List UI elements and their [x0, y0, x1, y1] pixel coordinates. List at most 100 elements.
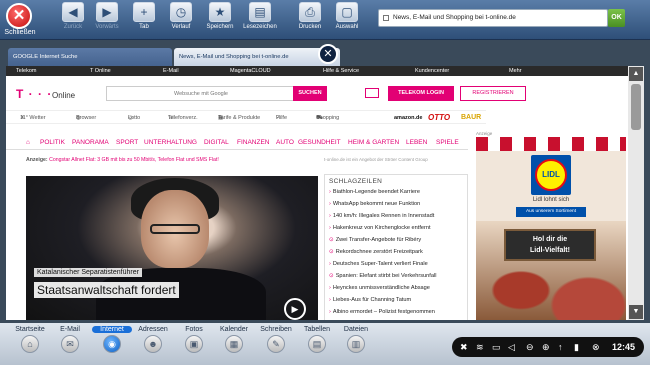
web-search — [106, 86, 295, 101]
cat-spiele[interactable]: SPIELE — [436, 136, 459, 150]
headline-item[interactable]: › Liebes-Aus für Channing Tatum — [329, 297, 467, 303]
wifi-icon[interactable]: ≋ — [476, 340, 484, 354]
promo-ad[interactable]: Anzeige: Congstar Allnet Flat: 3 GB mit … — [26, 157, 219, 163]
dock-kalender[interactable]: Kalender ▦ — [214, 326, 254, 353]
baur-link[interactable]: BAUR — [461, 111, 481, 125]
history-button[interactable]: ◷ Verlauf — [164, 2, 198, 30]
scroll-down-icon[interactable]: ▼ — [629, 305, 643, 319]
address-bar[interactable]: News, E-Mail und Shopping bei t-online.d… — [378, 9, 608, 27]
headlines-title: SCHLAGZEILEN — [329, 178, 383, 185]
home-icon[interactable]: ⌂ — [26, 136, 30, 150]
page-icon — [383, 15, 389, 21]
topnav-kundencenter[interactable]: Kundencenter — [415, 66, 449, 76]
dock-internet[interactable]: Internet ◉ — [92, 326, 132, 353]
headline-item[interactable]: ⊙ Zwei Transfer-Angebote für Ribéry — [329, 237, 467, 243]
mute-icon[interactable]: ◁ — [508, 340, 515, 354]
forward-button[interactable]: ▶ Vorwärts — [90, 2, 124, 30]
dock-label: Startseite — [15, 326, 45, 333]
close-icon[interactable]: ⊗ — [592, 340, 600, 354]
cat-panorama[interactable]: PANORAMA — [72, 136, 109, 150]
cat-gesundheit[interactable]: GESUNDHEIT — [298, 136, 341, 150]
site-topnav: Telekom T Online E-Mail MagentaCLOUD Hil… — [6, 66, 628, 76]
go-button[interactable]: OK — [608, 9, 625, 27]
topnav-mehr[interactable]: Mehr — [509, 66, 522, 76]
selection-button[interactable]: ▢ Auswahl — [330, 2, 364, 30]
ad-subtitle: Aus unserem Sortiment — [516, 207, 586, 217]
close-button[interactable]: ✕ — [6, 3, 32, 29]
dock-adressen[interactable]: Adressen ☻ — [133, 326, 173, 353]
dock-startseite[interactable]: Startseite ⌂ — [10, 326, 50, 353]
headline-item[interactable]: › 140 km/h: Illegales Rennen in Innenstad… — [329, 213, 467, 219]
plus-icon[interactable]: ⊕ — [542, 340, 550, 354]
cat-sport[interactable]: SPORT — [116, 136, 138, 150]
headline-item[interactable]: › Albino ermordet – Polizist festgenommen — [329, 309, 467, 315]
play-icon[interactable]: ▶ — [284, 298, 306, 320]
save-label: Speichern — [206, 24, 234, 30]
hero-article[interactable]: Katalanischer Separatistenführer Staatsa… — [26, 176, 318, 320]
headline-item[interactable]: ⊙ Rekordschnee zerstört Freizeitpark — [329, 249, 467, 255]
dock-tabellen[interactable]: Tabellen ▤ — [297, 326, 337, 353]
topnav-telekom[interactable]: Telekom — [16, 66, 36, 76]
close-label: Schließen — [4, 29, 36, 36]
home-icon: ⌂ — [21, 335, 39, 353]
trash-icon[interactable]: ▮ — [574, 340, 579, 354]
save-bookmark-button[interactable]: ★ Speichern — [203, 2, 237, 30]
telekom-login-button[interactable]: TELEKOM LOGIN — [388, 86, 454, 101]
headline-text: Zwei Transfer-Angebote für Ribéry — [335, 237, 422, 243]
dock-fotos[interactable]: Fotos ▣ — [174, 326, 214, 353]
cat-heim-garten[interactable]: HEIM & GARTEN — [348, 136, 399, 150]
minus-icon[interactable]: ⊖ — [526, 340, 534, 354]
topnav-hilfe[interactable]: Hilfe & Service — [323, 66, 359, 76]
new-tab-icon: + — [133, 2, 155, 22]
telekom-logo[interactable]: T · · · — [16, 87, 52, 101]
topnav-magentacloud[interactable]: MagentaCLOUD — [230, 66, 271, 76]
print-button[interactable]: ⎙ Drucken — [293, 2, 327, 30]
scroll-up-icon[interactable]: ▲ — [629, 67, 643, 81]
dock-email[interactable]: E-Mail ✉ — [50, 326, 90, 353]
register-button[interactable]: REGISTRIEREN — [460, 86, 526, 101]
headline-item[interactable]: ⊙ Spanien: Elefant stirbt bei Verkehrsunf… — [329, 273, 467, 279]
cat-auto[interactable]: AUTO — [276, 136, 294, 150]
search-button[interactable]: SUCHEN — [293, 86, 327, 101]
new-tab-button[interactable]: + Tab — [127, 2, 161, 30]
otto-link[interactable]: OTTO — [428, 111, 450, 125]
battery-icon[interactable]: ▭ — [492, 340, 501, 354]
close-tab-button[interactable]: ✕ — [318, 44, 338, 64]
up-arrow-icon[interactable]: ↑ — [558, 340, 563, 354]
back-button[interactable]: ◀ Zurück — [56, 2, 90, 30]
cat-politik[interactable]: POLITIK — [40, 136, 65, 150]
web-search-input[interactable] — [107, 87, 295, 100]
amazon-link[interactable]: amazon.de — [394, 111, 422, 125]
topnav-email[interactable]: E-Mail — [163, 66, 179, 76]
headline-item[interactable]: › Deutsches Super-Talent verliert Finale — [329, 261, 467, 267]
headline-item[interactable]: › WhatsApp bekommt neue Funktion — [329, 201, 467, 207]
lidl-ad-banner[interactable]: LIDL Lidl lohnt sich Aus unserem Sortime… — [476, 137, 626, 320]
print-label: Drucken — [298, 24, 322, 30]
shortcut-label: Shopping — [316, 115, 340, 121]
cat-digital[interactable]: DIGITAL — [204, 136, 229, 150]
arrow-icon: › — [329, 213, 331, 219]
dock-dateien[interactable]: Dateien ▥ — [336, 326, 376, 353]
tab-t-online[interactable]: News, E-Mail und Shopping bei t-online.d… — [174, 48, 340, 66]
tab-google[interactable]: GOOGLE Internet Suche — [8, 48, 172, 66]
lidl-logo-text: LIDL — [535, 159, 567, 191]
category-nav: ⌂ POLITIK PANORAMA SPORT UNTERHALTUNG DI… — [6, 136, 468, 150]
cat-leben[interactable]: LEBEN — [406, 136, 427, 150]
cat-finanzen[interactable]: FINANZEN — [237, 136, 270, 150]
tools-icon[interactable]: ✖ — [460, 340, 468, 354]
arrow-icon: › — [329, 189, 331, 195]
shortcut-label: 11° Wetter — [20, 115, 46, 121]
dock-schreiben[interactable]: Schreiben ✎ — [256, 326, 296, 353]
mail-icon[interactable] — [365, 88, 379, 98]
headline-item[interactable]: › Heynckes unmissverständliche Absage — [329, 285, 467, 291]
headline-item[interactable]: › Biathlon-Legende beendet Karriere — [329, 189, 467, 195]
tab-title: GOOGLE Internet Suche — [13, 54, 78, 60]
bookmarks-button[interactable]: ▤ Lesezeichen — [243, 2, 277, 30]
topnav-tonline[interactable]: T Online — [90, 66, 111, 76]
page-scrollbar[interactable]: ▲ ▼ — [628, 66, 644, 320]
scroll-thumb[interactable] — [631, 84, 641, 130]
calendar-icon: ▦ — [225, 335, 243, 353]
cat-unterhaltung[interactable]: UNTERHALTUNG — [144, 136, 197, 150]
headline-item[interactable]: › Hakenkreuz von Kirchenglocke entfernt — [329, 225, 467, 231]
address-text: News, E-Mail und Shopping bei t-online.d… — [393, 14, 516, 21]
